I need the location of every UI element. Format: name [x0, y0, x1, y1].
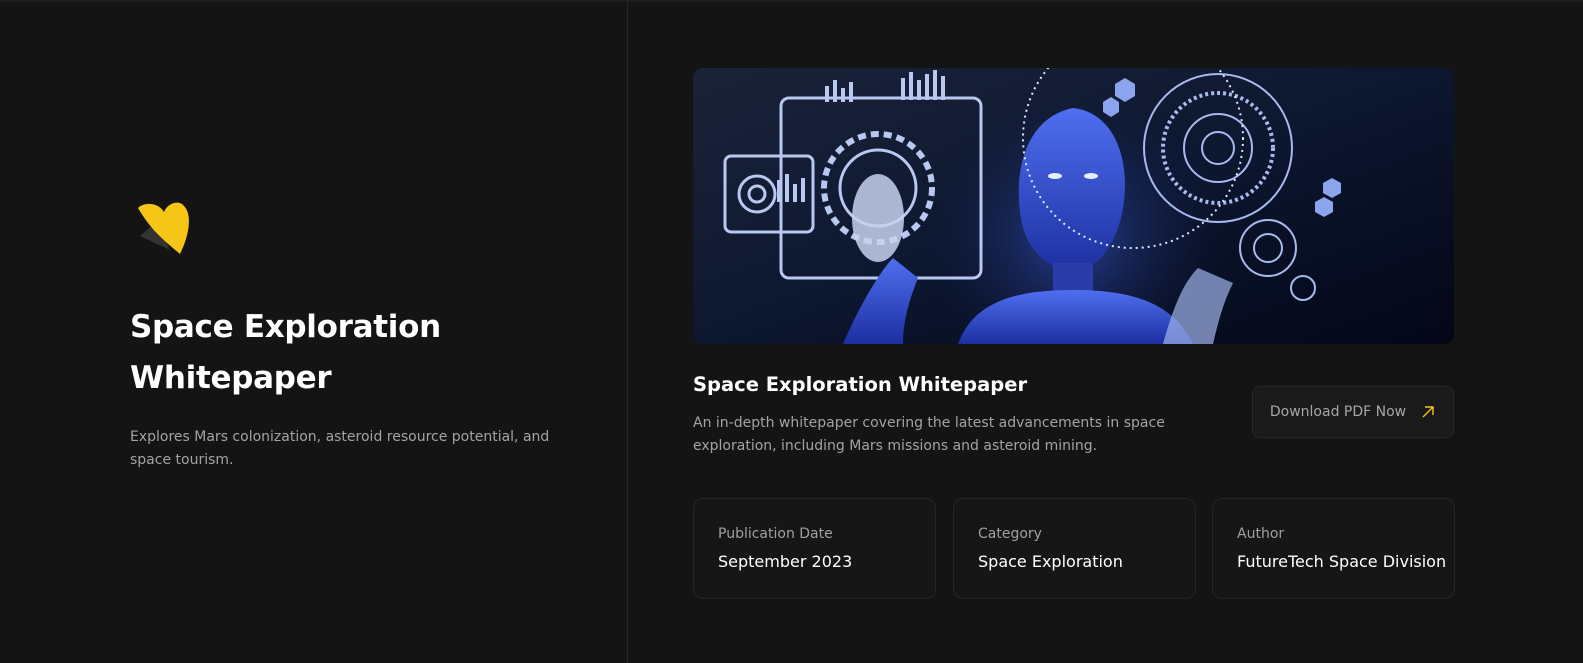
- page-title: Space Exploration Whitepaper: [130, 309, 441, 396]
- card-label: Category: [978, 526, 1042, 542]
- download-button-label: Download PDF Now: [1269, 404, 1407, 420]
- card-value: FutureTech Space Division: [1237, 552, 1447, 571]
- download-pdf-button[interactable]: Download PDF Now: [1252, 386, 1454, 438]
- card-value: Space Exploration: [978, 552, 1123, 571]
- card-value: September 2023: [718, 552, 853, 571]
- brand-logo-icon: [136, 198, 194, 256]
- top-rule: [0, 0, 1583, 2]
- whitepaper-description: An in-depth whitepaper covering the late…: [693, 415, 1165, 454]
- category-card: Category Space Exploration: [953, 498, 1196, 599]
- author-card: Author FutureTech Space Division: [1212, 498, 1455, 599]
- card-label: Author: [1237, 526, 1285, 542]
- arrow-up-right-icon: [1422, 406, 1434, 418]
- whitepaper-title: Space Exploration Whitepaper: [693, 373, 1028, 396]
- card-label: Publication Date: [718, 526, 833, 542]
- hero-image: [693, 68, 1454, 344]
- page-description: Explores Mars colonization, asteroid res…: [130, 429, 550, 468]
- publication-date-card: Publication Date September 2023: [693, 498, 936, 599]
- panel-divider: [627, 0, 628, 663]
